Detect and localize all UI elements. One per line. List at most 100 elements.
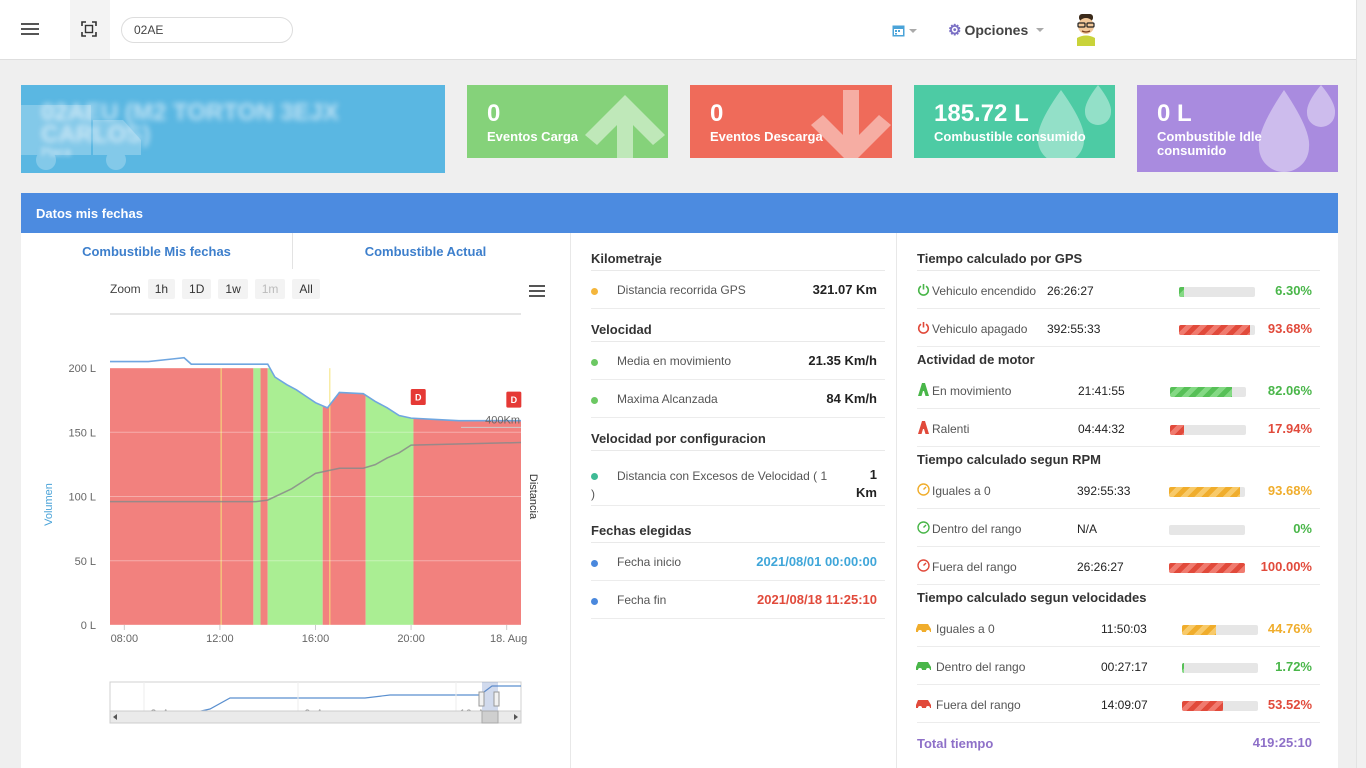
- right-stats: Tiempo calculado por GPS Vehiculo encendi…: [915, 247, 1320, 761]
- menu-icon[interactable]: [21, 23, 39, 35]
- row-value: 84 Km/h: [826, 391, 877, 406]
- stat-label: Dentro del rango: [936, 660, 1026, 674]
- row-label: Fecha inicio: [617, 555, 682, 569]
- progress-bar: [1170, 387, 1246, 397]
- stat-row: En movimiento 21:41:55 82.06%: [917, 371, 1320, 409]
- status-dot: [591, 560, 598, 567]
- card-label: Eventos Carga: [487, 129, 579, 144]
- stat-label: Ralenti: [932, 422, 970, 436]
- power-icon: [917, 283, 930, 296]
- stat-time: 14:09:07: [1101, 698, 1148, 712]
- stat-label: Vehiculo encendido: [932, 284, 1037, 298]
- list-item: Fecha inicio 2021/08/01 00:00:00: [591, 543, 885, 581]
- progress-bar: [1179, 287, 1255, 297]
- gauge-icon: [917, 521, 930, 534]
- y2-tick-label: 400Km: [485, 414, 520, 426]
- row-label: Media en movimiento: [617, 354, 732, 368]
- total-label: Total tiempo: [917, 736, 994, 751]
- y-tick-label: 0 L: [81, 620, 96, 632]
- drop-icon: [1037, 85, 1112, 158]
- stat-row: Vehiculo encendido 26:26:27 6.30%: [917, 271, 1320, 309]
- stat-percent: 1.72%: [1275, 659, 1312, 674]
- y-tick-label: 50 L: [75, 556, 96, 568]
- stat-label: Fuera del rango: [936, 698, 1021, 712]
- avatar[interactable]: [1073, 14, 1099, 46]
- speed-section-title: Tiempo calculado segun velocidades: [917, 590, 1147, 605]
- navigator-handle: [493, 691, 500, 707]
- power-icon: [917, 321, 930, 334]
- drop-icon: [1258, 85, 1336, 172]
- fuel-chart[interactable]: D D 0 L 50 L 100 L 150 L 200 L Volumen 400Km Dist…: [21, 193, 570, 768]
- stat-percent: 17.94%: [1267, 421, 1312, 436]
- stat-time: 04:44:32: [1078, 422, 1125, 436]
- gauge-icon: [917, 559, 930, 572]
- progress-bar: [1169, 487, 1245, 497]
- stat-label: Fuera del rango: [932, 560, 1017, 574]
- fullscreen-icon: [81, 21, 97, 37]
- gear-icon: ⚙: [948, 22, 962, 39]
- row-value: 2021/08/01 00:00:00: [756, 554, 877, 569]
- stat-label: Iguales a 0: [936, 622, 995, 636]
- datos-panel: Datos mis fechas Combustible Mis fechas …: [21, 193, 1338, 768]
- stat-row: Dentro del rango N/A 0%: [917, 509, 1320, 547]
- row-value: 2021/08/18 11:25:10: [757, 592, 877, 607]
- arrow-up-icon: [585, 95, 665, 158]
- card-value: 185.72 L: [934, 100, 1029, 127]
- card-value: 0 L: [1157, 100, 1192, 127]
- rpm-section-title: Tiempo calculado segun RPM: [917, 452, 1101, 467]
- chart-marker-label: D: [415, 393, 422, 403]
- card-value: 0: [487, 100, 501, 127]
- stat-time: 00:27:17: [1101, 660, 1148, 674]
- progress-bar: [1182, 701, 1258, 711]
- card-eventos-carga: 0 Eventos Carga: [467, 85, 668, 158]
- y2-axis-label: Distancia: [527, 474, 539, 520]
- card-label: Combustible Idle consumido: [1157, 129, 1262, 158]
- x-tick-label: 18. Aug: [490, 633, 527, 645]
- list-item: Maxima Alcanzada 84 Km/h: [591, 380, 885, 418]
- chevron-down-icon: [1036, 28, 1045, 32]
- gps-section-title: Tiempo calculado por GPS: [917, 247, 1320, 271]
- row-value: 321.07 Km: [812, 282, 877, 297]
- middle-stats: Kilometraje Distancia recorrida GPS 321.…: [591, 247, 885, 619]
- list-item: Fecha fin 2021/08/18 11:25:10: [591, 581, 885, 619]
- stat-percent: 44.76%: [1267, 621, 1312, 636]
- status-dot: [591, 598, 598, 605]
- search-input[interactable]: [121, 17, 293, 43]
- stat-time: 392:55:33: [1077, 484, 1131, 498]
- stat-time: 21:41:55: [1078, 384, 1125, 398]
- progress-bar: [1182, 663, 1258, 673]
- car-icon: [915, 621, 933, 634]
- x-tick-label: 20:00: [397, 633, 425, 645]
- navigator-scroll-thumb: [481, 710, 499, 724]
- fullscreen-button[interactable]: [70, 0, 110, 59]
- gauge-icon: [917, 483, 930, 496]
- stat-label: Iguales a 0: [932, 484, 991, 498]
- options-dropdown[interactable]: ⚙ Opciones: [948, 21, 1045, 39]
- car-icon: [915, 697, 933, 710]
- progress-bar: [1182, 625, 1258, 635]
- y-tick-label: 200 L: [68, 363, 96, 375]
- progress-bar: [1179, 325, 1255, 335]
- page-scrollbar[interactable]: [1356, 0, 1366, 768]
- calendar-dropdown[interactable]: [892, 22, 917, 40]
- x-tick-label: 08:00: [111, 633, 139, 645]
- card-combustible-consumido: 185.72 L Combustible consumido: [914, 85, 1115, 158]
- stat-percent: 100.00%: [1260, 559, 1312, 574]
- velocidad-title: Velocidad: [591, 318, 885, 342]
- card-label: Combustible consumido: [934, 129, 1086, 144]
- top-bar: ⚙ Opciones: [0, 0, 1366, 60]
- fechas-title: Fechas elegidas: [591, 519, 885, 543]
- list-item: Distancia recorrida GPS 321.07 Km: [591, 271, 885, 309]
- motor-section-title: Actividad de motor: [917, 352, 1035, 367]
- row-label: Fecha fin: [617, 593, 667, 607]
- navigator-scrollbar: [109, 710, 522, 724]
- stat-percent: 93.68%: [1267, 321, 1312, 336]
- y-tick-label: 150 L: [68, 427, 96, 439]
- stat-row: Ralenti 04:44:32 17.94%: [917, 409, 1320, 447]
- list-item: Media en movimiento 21.35 Km/h: [591, 342, 885, 380]
- stat-time: 392:55:33: [1047, 322, 1101, 336]
- arrow-down-icon: [811, 90, 891, 158]
- y-axis-label: Volumen: [43, 483, 55, 526]
- stat-time: N/A: [1077, 522, 1098, 536]
- stat-percent: 53.52%: [1267, 697, 1312, 712]
